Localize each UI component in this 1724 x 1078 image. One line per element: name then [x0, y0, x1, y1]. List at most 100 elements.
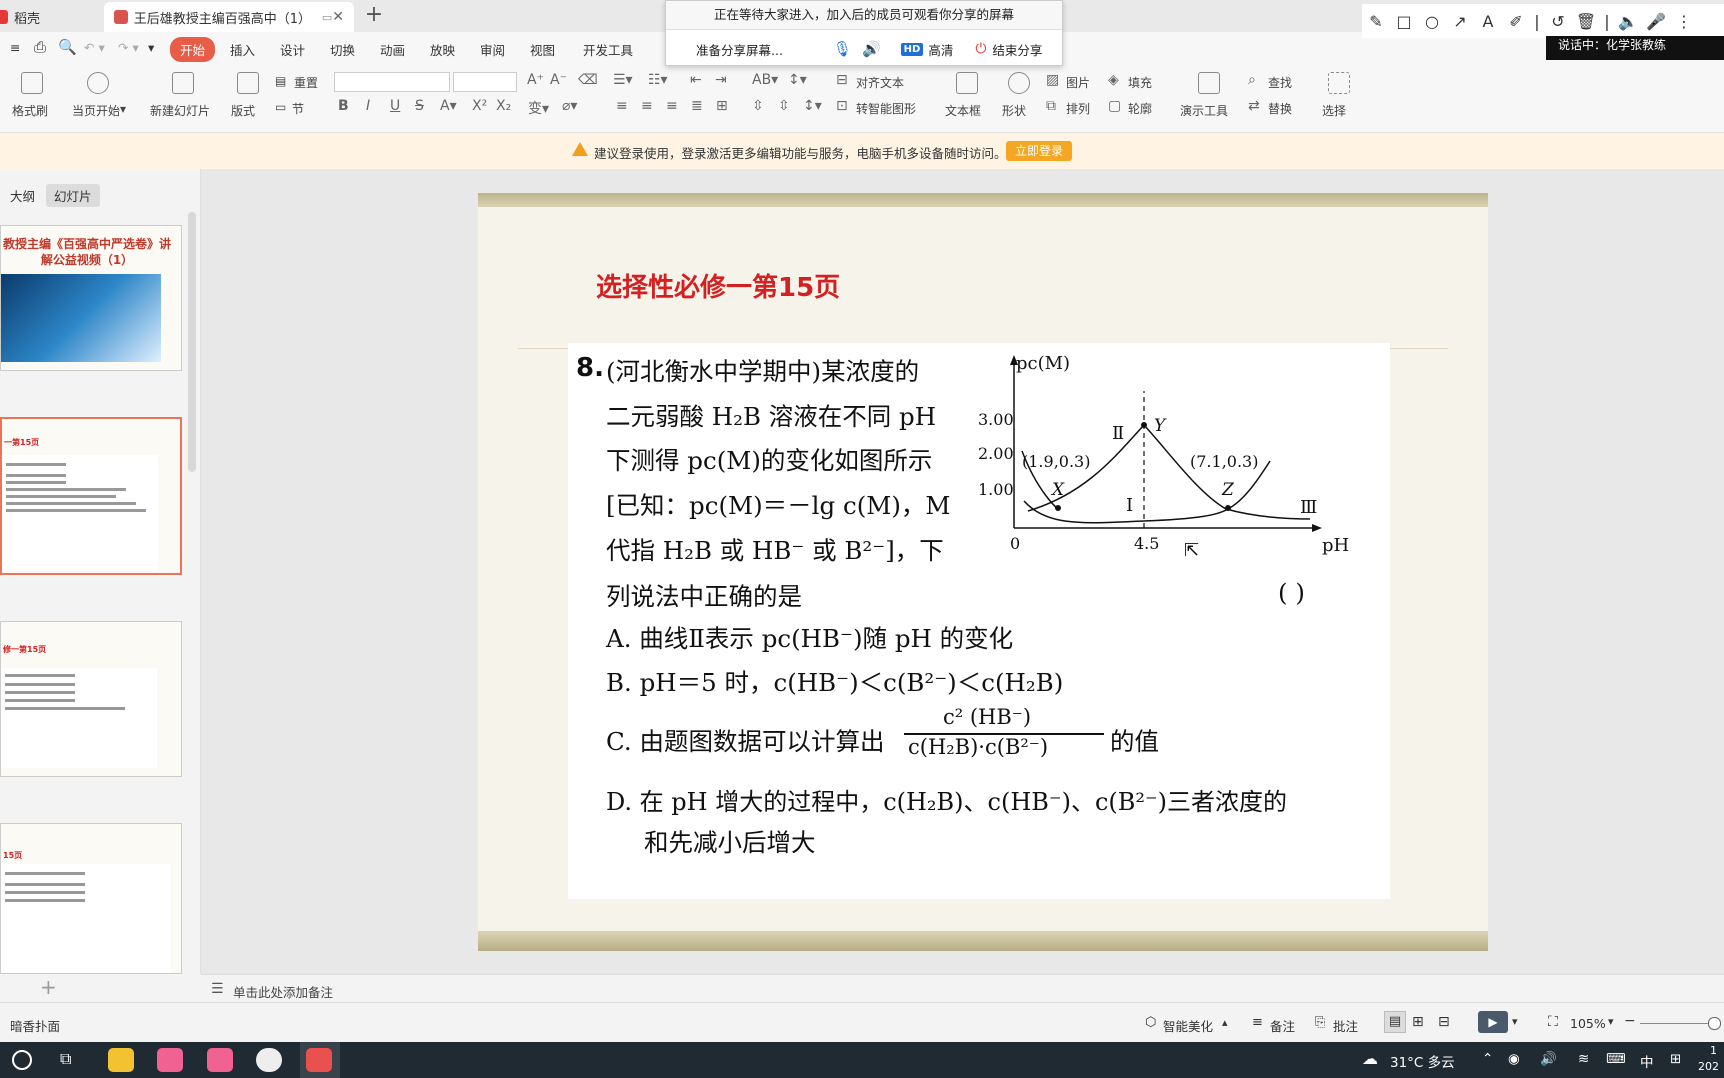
- find-label[interactable]: 查找: [1268, 74, 1292, 91]
- dropdown-arrow-icon[interactable]: ▾: [1512, 1015, 1518, 1028]
- ime-indicator[interactable]: 中: [1640, 1051, 1654, 1071]
- section-icon[interactable]: ▭: [275, 100, 286, 114]
- text-direction-icon[interactable]: AB▾: [752, 72, 778, 88]
- smart-shape-label[interactable]: 转智能图形: [856, 100, 916, 117]
- font-color-icon[interactable]: A▾: [440, 98, 457, 114]
- align-text-label[interactable]: 对齐文本: [856, 74, 904, 91]
- font-size-select[interactable]: [453, 72, 517, 92]
- clock-time[interactable]: 1: [1710, 1044, 1717, 1057]
- menu-design[interactable]: 设计: [280, 40, 305, 59]
- smart-beautify-button[interactable]: 智能美化: [1163, 1016, 1213, 1035]
- superscript-icon[interactable]: X²: [472, 98, 487, 114]
- reset-icon[interactable]: ▤: [275, 74, 286, 88]
- keyboard-icon[interactable]: ⌨: [1606, 1051, 1626, 1067]
- file-menu-icon[interactable]: ≡: [10, 40, 20, 55]
- format-painter-icon[interactable]: [21, 72, 43, 94]
- window-mode-icon[interactable]: ▭: [322, 11, 332, 24]
- layout-icon[interactable]: [237, 72, 259, 94]
- add-slide-icon[interactable]: +: [40, 975, 57, 999]
- tab-slides[interactable]: 幻灯片: [46, 184, 100, 207]
- menu-transition[interactable]: 切换: [330, 40, 355, 59]
- tab-presentation[interactable]: 王后雄教授主编百强高中（1） ▭ ✕: [104, 2, 354, 32]
- fill-icon[interactable]: ◈: [1108, 72, 1119, 88]
- menu-insert[interactable]: 插入: [230, 40, 255, 59]
- bullets-icon[interactable]: ☰▾: [613, 72, 633, 88]
- bold-icon[interactable]: B: [338, 98, 349, 114]
- indent-increase-icon[interactable]: ⇥: [715, 72, 727, 88]
- replace-label[interactable]: 替换: [1268, 100, 1292, 117]
- smart-beautify-icon[interactable]: ⬡: [1145, 1015, 1156, 1030]
- more-icon[interactable]: ⋮: [1670, 12, 1698, 31]
- clear-format-icon[interactable]: ⌫: [578, 72, 598, 88]
- textbox-icon[interactable]: [956, 72, 978, 94]
- speaker-icon[interactable]: 🔊: [862, 40, 881, 58]
- text-icon[interactable]: A: [1474, 12, 1502, 31]
- picture-icon[interactable]: ▨: [1046, 72, 1059, 88]
- bilibili-icon[interactable]: [157, 1048, 183, 1072]
- notes-bar[interactable]: ☰ 单击此处添加备注: [201, 974, 1724, 1003]
- menu-developer[interactable]: 开发工具: [583, 40, 633, 59]
- select-icon[interactable]: [1328, 72, 1350, 94]
- align-text-icon[interactable]: ⊟: [836, 72, 848, 88]
- menu-start[interactable]: 开始: [170, 37, 216, 62]
- fill-label[interactable]: 填充: [1128, 74, 1152, 91]
- zoom-out-icon[interactable]: −: [1624, 1013, 1636, 1029]
- menu-view[interactable]: 视图: [530, 40, 555, 59]
- power-icon[interactable]: ⏻: [975, 41, 986, 57]
- outline-label[interactable]: 轮廓: [1128, 100, 1152, 117]
- line-spacing2-icon[interactable]: ⇳: [778, 98, 790, 114]
- mic-icon[interactable]: 🎙: [833, 40, 852, 58]
- tray-app-icon[interactable]: ◉: [1508, 1051, 1520, 1067]
- section-label[interactable]: 节: [292, 100, 304, 117]
- bilibili-icon[interactable]: [207, 1048, 233, 1072]
- volume-icon[interactable]: 🔊: [1540, 1051, 1557, 1067]
- play-icon[interactable]: [87, 72, 109, 94]
- menu-slideshow[interactable]: 放映: [430, 40, 455, 59]
- justify-icon[interactable]: ≣: [691, 98, 703, 114]
- reading-view-icon[interactable]: ⊟: [1438, 1014, 1450, 1030]
- highlighter-icon[interactable]: ✐: [1502, 12, 1530, 31]
- shape-icon[interactable]: [1008, 72, 1030, 94]
- rectangle-icon[interactable]: □: [1390, 12, 1418, 31]
- print-preview-icon[interactable]: 🔍: [58, 38, 77, 56]
- phonetic-icon[interactable]: 变▾: [528, 98, 549, 118]
- notes-button[interactable]: 备注: [1270, 1016, 1295, 1035]
- picture-label[interactable]: 图片: [1066, 74, 1090, 91]
- present-tools-icon[interactable]: [1198, 72, 1220, 94]
- outline-icon[interactable]: ▢: [1108, 98, 1121, 114]
- align-right-icon[interactable]: ≡: [666, 98, 678, 114]
- replace-icon[interactable]: ⇄: [1248, 98, 1260, 114]
- mic-icon[interactable]: 🎤: [1642, 12, 1670, 31]
- arrange-label[interactable]: 排列: [1066, 100, 1090, 117]
- dropdown-arrow-icon[interactable]: ▾: [1608, 1015, 1614, 1028]
- input-method-icon[interactable]: ⊞: [1670, 1051, 1681, 1067]
- font-family-select[interactable]: [334, 72, 450, 92]
- normal-view-icon[interactable]: ▤: [1384, 1011, 1406, 1033]
- new-slide-icon[interactable]: [172, 72, 194, 94]
- arrange-icon[interactable]: ⧉: [1046, 98, 1056, 114]
- end-share-button[interactable]: 结束分享: [992, 40, 1042, 59]
- shape-label[interactable]: 形状: [1002, 102, 1026, 119]
- notes-toggle-icon[interactable]: ≡: [1252, 1015, 1263, 1030]
- fit-window-icon[interactable]: ⛶: [1548, 1014, 1558, 1030]
- line-spacing-icon[interactable]: ↕▾: [788, 72, 807, 88]
- smart-shape-icon[interactable]: ⊡: [836, 98, 848, 114]
- zoom-slider-handle[interactable]: [1708, 1017, 1721, 1030]
- highlight-icon[interactable]: ⌀▾: [562, 98, 577, 114]
- notes-placeholder[interactable]: 单击此处添加备注: [233, 982, 333, 1001]
- play-slideshow-button[interactable]: ▶: [1478, 1011, 1508, 1033]
- menu-animation[interactable]: 动画: [380, 40, 405, 59]
- slide-thumbnail-2[interactable]: 一第15页: [0, 417, 182, 575]
- tab-docer[interactable]: 稻壳: [0, 2, 100, 32]
- reset-label[interactable]: 重置: [294, 74, 318, 91]
- undo-icon[interactable]: ↺: [1544, 12, 1572, 31]
- sorter-view-icon[interactable]: ⊞: [1412, 1014, 1424, 1030]
- trash-icon[interactable]: 🗑: [1572, 12, 1600, 31]
- undo-icon[interactable]: ↶ ▾: [84, 40, 105, 55]
- customize-dropdown-icon[interactable]: ▾: [148, 40, 154, 55]
- zoom-level[interactable]: 105%: [1570, 1016, 1606, 1031]
- redo-icon[interactable]: ↷ ▾: [118, 40, 139, 55]
- underline-icon[interactable]: U: [390, 98, 400, 114]
- align-center-icon[interactable]: ≡: [641, 98, 653, 114]
- chevron-up-icon[interactable]: ▴: [1222, 1016, 1228, 1029]
